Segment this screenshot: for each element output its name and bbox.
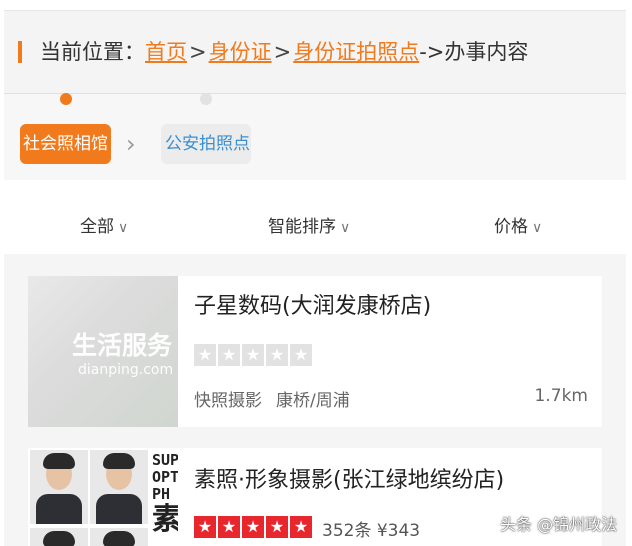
chevron-right-icon: › (126, 130, 136, 158)
star-icon: ★ (266, 344, 288, 366)
star-icon: ★ (290, 516, 312, 538)
thumbnail-brand-text: SUP OPT PH 素 (152, 452, 178, 537)
listing-card[interactable]: 生活服务 dianping.com 子星数码(大润发康桥店) ★ ★ ★ ★ ★… (28, 276, 602, 427)
listing-thumbnail: SUP OPT PH 素 (28, 448, 178, 546)
breadcrumb-link-photo-point[interactable]: 身份证拍照点 (293, 40, 419, 64)
filter-bar: 全部 ∨ 智能排序 ∨ 价格 ∨ (4, 192, 626, 254)
chevron-down-icon: ∨ (532, 220, 543, 236)
breadcrumb-separator: > (189, 40, 207, 64)
star-icon: ★ (290, 344, 312, 366)
category-police-photo-point[interactable]: 公安拍照点 (161, 124, 251, 164)
thumbnail-watermark: 生活服务 (72, 331, 173, 360)
star-icon: ★ (218, 344, 240, 366)
portrait-photo (90, 528, 148, 546)
portrait-photo (30, 528, 88, 546)
breadcrumb-accent-bar (18, 41, 22, 63)
chevron-down-icon: ∨ (340, 220, 351, 236)
category-selector: 社会照相馆 › 公安拍照点 (4, 110, 626, 180)
price: ¥343 (376, 521, 421, 541)
star-rating: ★ ★ ★ ★ ★ (194, 516, 312, 538)
source-watermark: 头条 @锦州政法 (500, 515, 618, 534)
brand-line: OPT (152, 468, 178, 486)
category-social-photo-studio[interactable]: 社会照相馆 (20, 124, 111, 164)
breadcrumb-separator: > (273, 40, 292, 64)
star-rating: ★ ★ ★ ★ ★ (194, 344, 312, 366)
portrait-photo (90, 450, 148, 524)
step-dot-active (60, 93, 72, 105)
star-icon: ★ (194, 516, 216, 538)
filter-smart-sort-label: 智能排序 (268, 217, 336, 237)
star-icon: ★ (194, 344, 216, 366)
listing-thumbnail: 生活服务 dianping.com (28, 276, 178, 427)
step-dot-inactive (200, 93, 212, 105)
star-icon: ★ (266, 516, 288, 538)
star-icon: ★ (242, 516, 264, 538)
breadcrumb-tail: ->办事内容 (419, 40, 529, 64)
brand-line: SUP (152, 452, 178, 469)
breadcrumb-bar: 当前位置：首页>身份证>身份证拍照点->办事内容 (4, 10, 626, 94)
star-icon: ★ (218, 516, 240, 538)
step-indicator (4, 93, 626, 110)
chevron-down-icon: ∨ (118, 220, 129, 236)
star-icon: ★ (242, 344, 264, 366)
filter-all-label: 全部 (80, 217, 114, 237)
listing-meta: 快照摄影 康桥/周浦 (194, 386, 350, 411)
filter-smart-sort[interactable]: 智能排序 ∨ (268, 212, 350, 237)
review-count: 352条 (322, 521, 372, 541)
listing-area-name: 康桥/周浦 (276, 391, 350, 411)
breadcrumb-link-id-card[interactable]: 身份证 (209, 40, 272, 64)
filter-all[interactable]: 全部 ∨ (80, 212, 128, 237)
filter-price[interactable]: 价格 ∨ (494, 212, 542, 237)
listing-distance: 1.7km (534, 386, 588, 406)
breadcrumb-prefix: 当前位置： (40, 40, 145, 64)
brand-big-char: 素 (152, 502, 178, 537)
brand-line: PH (152, 485, 171, 503)
portrait-photo (30, 450, 88, 524)
listing-reviews-price: 352条 ¥343 (322, 516, 420, 541)
listing-name[interactable]: 子星数码(大润发康桥店) (194, 288, 431, 320)
breadcrumb-link-home[interactable]: 首页 (145, 40, 187, 64)
thumbnail-site: dianping.com (78, 362, 174, 378)
listing-name[interactable]: 素照·形象摄影(张江绿地缤纷店) (194, 462, 504, 494)
breadcrumb: 当前位置：首页>身份证>身份证拍照点->办事内容 (40, 36, 528, 66)
listing-tag: 快照摄影 (194, 391, 262, 411)
filter-price-label: 价格 (494, 217, 528, 237)
